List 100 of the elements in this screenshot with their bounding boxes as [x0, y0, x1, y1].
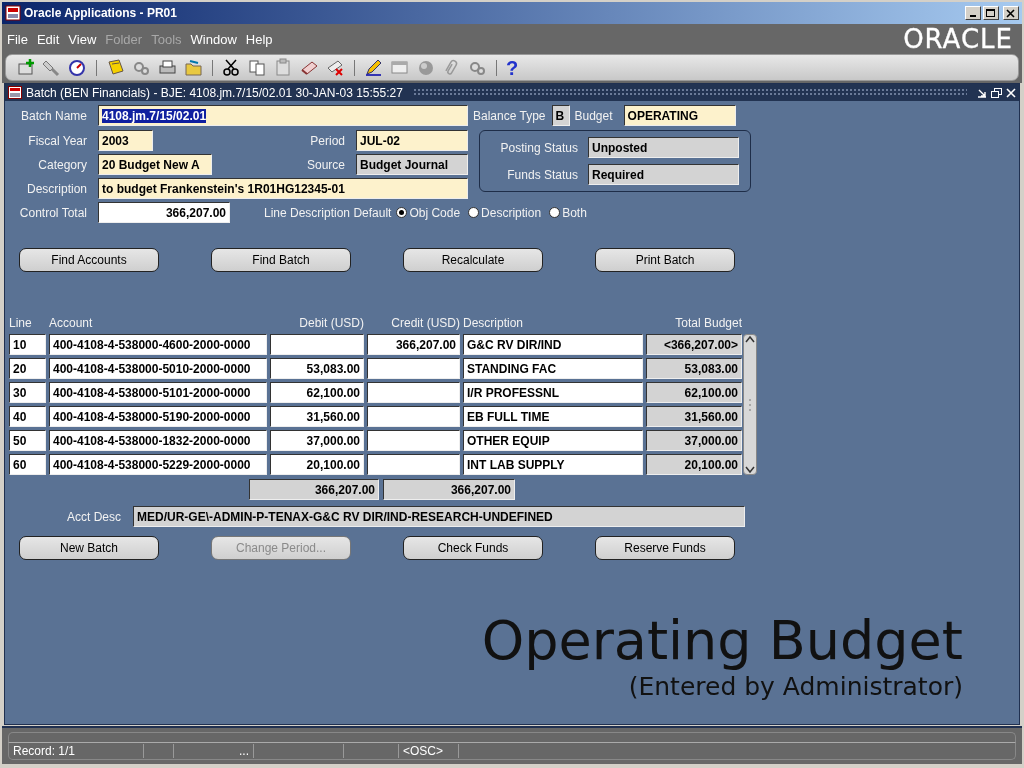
- table-cell[interactable]: [367, 382, 460, 403]
- text-field[interactable]: Required: [588, 164, 739, 185]
- page-plus-icon[interactable]: [16, 58, 35, 77]
- menu-item[interactable]: File: [7, 31, 28, 47]
- menu-item[interactable]: Window: [190, 31, 237, 47]
- field-label: Line Description Default: [264, 205, 392, 220]
- button[interactable]: New Batch: [19, 536, 159, 560]
- delete-icon[interactable]: [326, 58, 345, 77]
- restore-icon[interactable]: [991, 87, 1002, 98]
- copy-icon[interactable]: [248, 58, 267, 77]
- printer-icon[interactable]: [158, 58, 177, 77]
- text-field[interactable]: 366,207.00: [98, 202, 230, 223]
- resize-icon[interactable]: [977, 87, 987, 98]
- column-header: Description: [463, 316, 525, 330]
- radio-button[interactable]: Obj Code: [396, 205, 461, 220]
- pencil-icon[interactable]: [364, 58, 383, 77]
- scroll-down-icon[interactable]: [745, 466, 755, 474]
- table-cell[interactable]: 37,000.00: [270, 430, 364, 451]
- text-field[interactable]: MED/UR-GE\-ADMIN-P-TENAX-G&C RV DIR/IND-RESEARCH-UNDEFINED: [133, 506, 745, 527]
- record-indicator: Record: 1/1: [9, 744, 144, 758]
- maximize-icon: [986, 8, 996, 18]
- table-cell[interactable]: EB FULL TIME: [463, 406, 643, 427]
- field-label: Source: [305, 157, 346, 172]
- table-cell[interactable]: I/R PROFESSNL: [463, 382, 643, 403]
- close-button[interactable]: [1003, 6, 1019, 20]
- compass-icon[interactable]: [68, 58, 87, 77]
- text-field[interactable]: OPERATING: [623, 105, 736, 126]
- table-cell[interactable]: 31,560.00: [270, 406, 364, 427]
- button[interactable]: Find Accounts: [19, 248, 159, 272]
- table-cell[interactable]: 20: [9, 358, 46, 379]
- table-cell[interactable]: 20,100.00: [646, 454, 742, 475]
- table-cell[interactable]: 60: [9, 454, 46, 475]
- table-cell[interactable]: [367, 406, 460, 427]
- button[interactable]: Check Funds: [403, 536, 543, 560]
- help-button[interactable]: ?: [506, 57, 519, 78]
- window-title: Oracle Applications - PR01: [24, 6, 178, 20]
- table-cell[interactable]: 10: [9, 334, 46, 355]
- column-header: Total Budget: [674, 316, 742, 330]
- text-field[interactable]: 366,207.00: [249, 479, 379, 500]
- grip-icon: [748, 397, 752, 412]
- oracle-logo: ORACLE: [903, 24, 1013, 54]
- menu-item[interactable]: Edit: [36, 31, 60, 47]
- table-cell[interactable]: 20,100.00: [270, 454, 364, 475]
- menu-item[interactable]: Help: [245, 31, 273, 47]
- table-cell[interactable]: 400-4108-4-538000-5190-2000-0000: [49, 406, 267, 427]
- text-field[interactable]: 366,207.00: [383, 479, 515, 500]
- table-cell[interactable]: 37,000.00: [646, 430, 742, 451]
- table-cell[interactable]: STANDING FAC: [463, 358, 643, 379]
- table-cell[interactable]: INT LAB SUPPLY: [463, 454, 643, 475]
- table-cell[interactable]: 366,207.00: [367, 334, 460, 355]
- table-cell[interactable]: [367, 358, 460, 379]
- text-field[interactable]: 20 Budget New A: [98, 154, 212, 175]
- scroll-up-icon[interactable]: [745, 335, 755, 343]
- field-label: Category: [37, 157, 87, 172]
- table-cell[interactable]: G&C RV DIR/IND: [463, 334, 643, 355]
- flashlight-icon[interactable]: [42, 58, 61, 77]
- button[interactable]: Find Batch: [211, 248, 351, 272]
- button[interactable]: Recalculate: [403, 248, 543, 272]
- table-cell[interactable]: [367, 430, 460, 451]
- radio-button[interactable]: Both: [549, 205, 587, 220]
- table-cell[interactable]: 53,083.00: [270, 358, 364, 379]
- table-cell[interactable]: 400-4108-4-538000-5229-2000-0000: [49, 454, 267, 475]
- scissors-icon[interactable]: [222, 58, 241, 77]
- menu-item[interactable]: View: [68, 31, 97, 47]
- table-cell[interactable]: 50: [9, 430, 46, 451]
- table-cell[interactable]: [270, 334, 364, 355]
- text-field[interactable]: 4108.jm.7/15/02.01: [98, 105, 468, 126]
- minimize-button[interactable]: [965, 6, 981, 20]
- scrollbar[interactable]: [743, 334, 757, 475]
- text-field[interactable]: 2003: [98, 130, 153, 151]
- button[interactable]: Reserve Funds: [595, 536, 735, 560]
- table-cell[interactable]: 62,100.00: [270, 382, 364, 403]
- table-cell[interactable]: 62,100.00: [646, 382, 742, 403]
- table-cell[interactable]: 400-4108-4-538000-4600-2000-0000: [49, 334, 267, 355]
- text-field[interactable]: B: [551, 105, 570, 126]
- form-icon: [8, 86, 22, 99]
- table-cell[interactable]: 400-4108-4-538000-1832-2000-0000: [49, 430, 267, 451]
- table-cell[interactable]: [367, 454, 460, 475]
- table-cell[interactable]: 30: [9, 382, 46, 403]
- button[interactable]: Print Batch: [595, 248, 735, 272]
- radio-button[interactable]: Description: [468, 205, 542, 220]
- table-cell[interactable]: 400-4108-4-538000-5010-2000-0000: [49, 358, 267, 379]
- close-icon[interactable]: [1006, 87, 1016, 98]
- table-cell[interactable]: OTHER EQUIP: [463, 430, 643, 451]
- table-cell[interactable]: 400-4108-4-538000-5101-2000-0000: [49, 382, 267, 403]
- folder-icon[interactable]: [184, 58, 203, 77]
- field-label: Acct Desc: [66, 509, 121, 524]
- table-cell[interactable]: 40: [9, 406, 46, 427]
- field-label: Period: [309, 133, 346, 148]
- text-field[interactable]: to budget Frankenstein's 1R01HG12345-01: [98, 178, 468, 199]
- notepad-icon[interactable]: [106, 58, 125, 77]
- table-cell[interactable]: 53,083.00: [646, 358, 742, 379]
- table-cell[interactable]: <366,207.00>: [646, 334, 742, 355]
- table-cell[interactable]: 31,560.00: [646, 406, 742, 427]
- text-field[interactable]: Unposted: [588, 137, 739, 158]
- clipboard-icon[interactable]: [274, 58, 293, 77]
- maximize-button[interactable]: [983, 6, 999, 20]
- text-field[interactable]: Budget Journal: [356, 154, 468, 175]
- field-label: Description: [25, 181, 87, 196]
- text-field[interactable]: JUL-02: [356, 130, 468, 151]
